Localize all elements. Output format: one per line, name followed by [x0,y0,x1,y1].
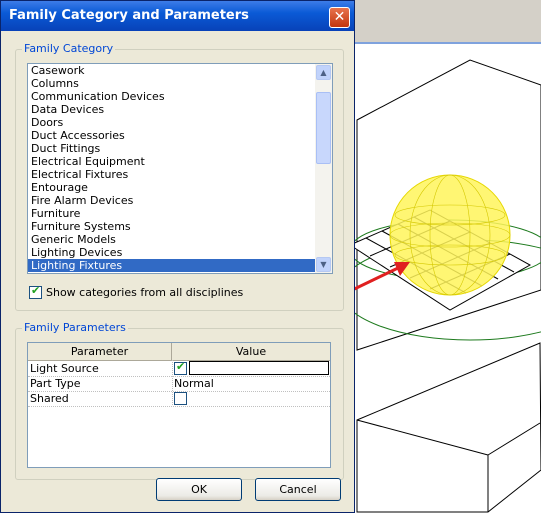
list-item[interactable]: Entourage [28,181,316,194]
category-scrollbar[interactable]: ▲ ▼ [315,64,332,273]
list-item[interactable]: Doors [28,116,316,129]
list-item[interactable]: Fire Alarm Devices [28,194,316,207]
list-item[interactable]: Duct Fittings [28,142,316,155]
list-item[interactable]: Furniture Systems [28,220,316,233]
category-list: Casework Columns Communication Devices Data… [28,64,332,272]
list-item[interactable]: Furniture [28,207,316,220]
dialog-titlebar[interactable]: Family Category and Parameters ✕ [1,1,354,31]
list-item[interactable]: Casework [28,64,316,77]
param-name: Part Type [30,377,81,390]
list-item[interactable]: Electrical Equipment [28,155,316,168]
light-source-checkbox[interactable]: ✔ [174,360,187,375]
close-button[interactable]: ✕ [329,7,350,28]
show-all-checkbox[interactable]: ✔ [29,284,42,299]
checkmark-icon: ✔ [176,360,186,373]
list-item[interactable]: Lighting Devices [28,246,316,259]
column-header-value[interactable]: Value [172,343,330,360]
category-listbox[interactable]: Casework Columns Communication Devices Data… [27,63,333,274]
ok-button[interactable]: OK [156,478,242,501]
list-item[interactable]: Lighting Fixtures [28,259,316,272]
column-header-parameter[interactable]: Parameter [28,343,172,360]
list-item[interactable]: Data Devices [28,103,316,116]
table-row[interactable]: Shared [28,391,330,407]
parameters-grid: Parameter Value Light Source ✔ Part Type… [27,342,331,468]
family-category-dialog: Family Category and Parameters ✕ Family … [0,0,355,513]
list-item[interactable]: Electrical Fixtures [28,168,316,181]
param-name: Light Source [30,362,99,375]
list-item[interactable]: Generic Models [28,233,316,246]
chevron-down-icon[interactable]: ▼ [316,257,331,272]
grid-header: Parameter Value [28,343,330,361]
param-value[interactable]: Normal [172,376,322,391]
shared-checkbox[interactable] [174,392,187,405]
chevron-up-icon[interactable]: ▲ [316,65,331,80]
table-row[interactable]: Part Type Normal [28,376,330,392]
family-parameters-title: Family Parameters [22,321,128,334]
list-item[interactable]: Communication Devices [28,90,316,103]
value-edit-field[interactable] [189,361,329,375]
table-row[interactable]: Light Source ✔ [28,360,330,377]
dialog-title: Family Category and Parameters [9,8,249,23]
list-item[interactable]: Duct Accessories [28,129,316,142]
scroll-thumb[interactable] [316,92,331,164]
param-name: Shared [30,392,69,405]
family-category-title: Family Category [22,42,116,55]
cancel-button[interactable]: Cancel [255,478,341,501]
list-item[interactable]: Columns [28,77,316,90]
checkmark-icon: ✔ [31,284,41,297]
show-all-label: Show categories from all disciplines [46,286,244,299]
close-icon: ✕ [333,9,346,25]
